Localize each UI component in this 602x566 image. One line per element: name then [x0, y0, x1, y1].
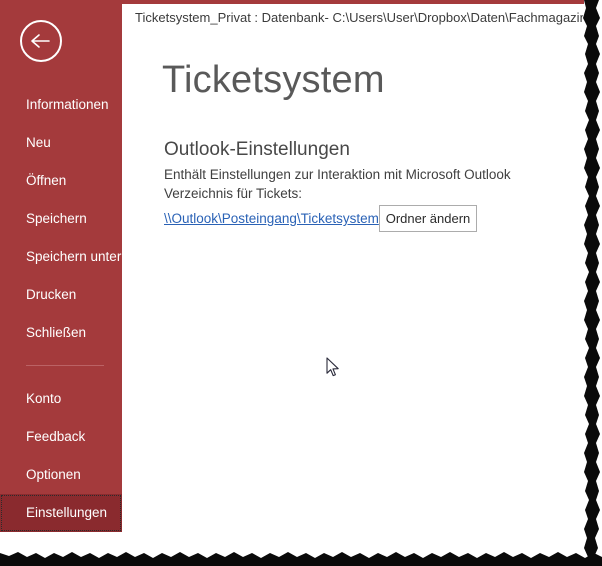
app-window: Informationen Neu Öffnen Speichern Speic… — [0, 0, 602, 566]
sidebar-item-label: Schließen — [26, 325, 87, 340]
section-title: Outlook-Einstellungen — [164, 139, 350, 160]
page-title: Ticketsystem — [162, 59, 385, 101]
sidebar-item-speichern-unter[interactable]: Speichern unter — [0, 238, 122, 276]
sidebar-item-label: Informationen — [26, 97, 109, 112]
sidebar-item-feedback[interactable]: Feedback — [0, 418, 122, 456]
sidebar-item-label: Speichern — [26, 211, 87, 226]
back-arrow-icon — [30, 33, 52, 49]
sidebar-item-label: Einstellungen — [26, 505, 108, 520]
sidebar-item-label: Neu — [26, 135, 51, 150]
sidebar-item-label: Drucken — [26, 287, 77, 302]
sidebar-item-oeffnen[interactable]: Öffnen — [0, 162, 122, 200]
back-button[interactable] — [20, 20, 62, 62]
sidebar-item-schliessen[interactable]: Schließen — [0, 314, 122, 352]
sidebar-item-label: Speichern unter — [26, 249, 122, 264]
sidebar-item-optionen[interactable]: Optionen — [0, 456, 122, 494]
ticket-folder-link[interactable]: \\Outlook\Posteingang\Ticketsystem — [164, 211, 379, 226]
backstage-nav: Informationen Neu Öffnen Speichern Speic… — [0, 86, 122, 532]
sidebar-item-neu[interactable]: Neu — [0, 124, 122, 162]
sidebar-item-label: Optionen — [26, 467, 81, 482]
sidebar-item-label: Öffnen — [26, 173, 67, 188]
window-title: Ticketsystem_Privat : Datenbank- C:\User… — [135, 10, 583, 25]
sidebar-item-label: Feedback — [26, 429, 86, 444]
change-folder-button[interactable]: Ordner ändern — [379, 205, 477, 232]
backstage-content: Ticketsystem_Privat : Datenbank- C:\User… — [122, 4, 584, 530]
sidebar-divider — [0, 352, 122, 380]
backstage-sidebar: Informationen Neu Öffnen Speichern Speic… — [0, 0, 122, 532]
section-description-line-1: Enthält Einstellungen zur Interaktion mi… — [164, 167, 511, 182]
sidebar-item-einstellungen[interactable]: Einstellungen — [0, 494, 122, 532]
sidebar-item-konto[interactable]: Konto — [0, 380, 122, 418]
sidebar-item-drucken[interactable]: Drucken — [0, 276, 122, 314]
sidebar-item-informationen[interactable]: Informationen — [0, 86, 122, 124]
sidebar-item-label: Konto — [26, 391, 62, 406]
section-description-line-2: Verzeichnis für Tickets: — [164, 186, 303, 201]
sidebar-item-speichern[interactable]: Speichern — [0, 200, 122, 238]
